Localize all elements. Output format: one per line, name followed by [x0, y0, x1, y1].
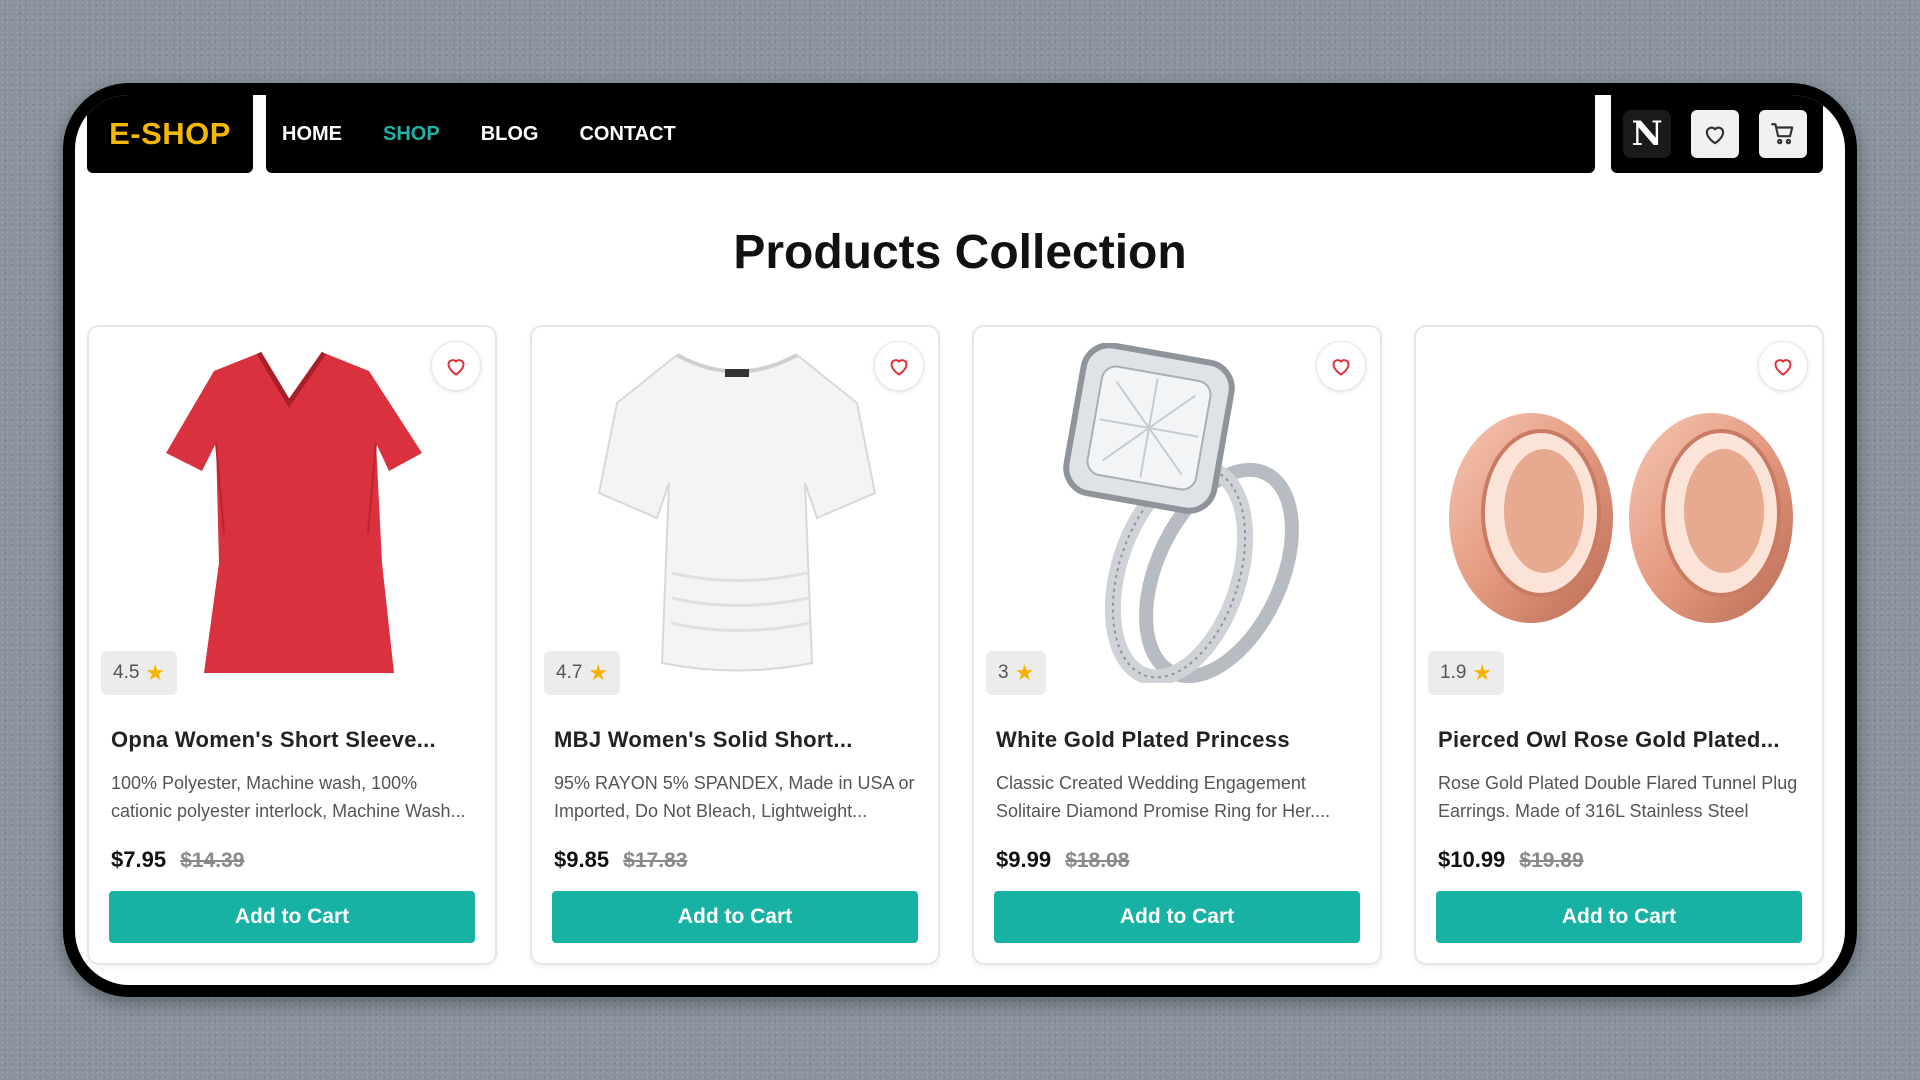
old-price: $14.39: [180, 849, 245, 872]
logo-box[interactable]: E-SHOP: [87, 95, 253, 173]
favorite-button[interactable]: [1758, 341, 1808, 391]
favorite-button[interactable]: [874, 341, 924, 391]
add-to-cart-button[interactable]: Add to Cart: [552, 891, 918, 943]
rating-value: 3: [998, 662, 1009, 683]
product-description: Rose Gold Plated Double Flared Tunnel Pl…: [1438, 773, 1798, 821]
old-price: $17.83: [623, 849, 688, 872]
cart-button[interactable]: [1759, 110, 1807, 158]
old-price: $19.89: [1519, 849, 1584, 872]
star-icon: ★: [145, 660, 166, 685]
page-title: Products Collection: [733, 226, 1187, 279]
product-title[interactable]: Opna Women's Short Sleeve...: [111, 727, 473, 753]
nav-contact[interactable]: CONTACT: [579, 123, 675, 146]
product-title[interactable]: Pierced Owl Rose Gold Plated...: [1438, 727, 1800, 753]
product-card: 1.9 ★ Pierced Owl Rose Gold Plated... Ro…: [1414, 325, 1824, 965]
rating-value: 1.9: [1440, 662, 1467, 683]
nav-home[interactable]: HOME: [282, 123, 342, 146]
white-top-image: [597, 353, 877, 672]
heart-icon: [1332, 359, 1350, 376]
main-nav: HOME SHOP BLOG CONTACT: [266, 95, 1595, 173]
product-title[interactable]: MBJ Women's Solid Short...: [554, 727, 916, 753]
heart-icon: [1774, 359, 1792, 376]
red-tshirt-image: [166, 351, 422, 673]
star-icon: ★: [1472, 660, 1493, 685]
header-actions: N: [1611, 95, 1823, 173]
product-card: 4.5 ★ Opna Women's Short Sleeve... 100% …: [87, 325, 497, 965]
favorite-button[interactable]: [1316, 341, 1366, 391]
diamond-ring-image: [1063, 343, 1299, 683]
star-icon: ★: [1014, 660, 1035, 685]
product-image[interactable]: [552, 343, 922, 683]
product-card: 4.7 ★ MBJ Women's Solid Short... 95% RAY…: [530, 325, 940, 965]
price: $9.99: [996, 847, 1052, 872]
rose-gold-plugs-image: [1449, 413, 1793, 623]
old-price: $18.08: [1065, 849, 1130, 872]
favorite-button[interactable]: [431, 341, 481, 391]
product-description: 100% Polyester, Machine wash, 100% catio…: [111, 773, 466, 821]
heart-icon: [447, 359, 465, 376]
price-row: $9.99 $18.08: [996, 847, 1129, 873]
product-image[interactable]: [109, 343, 479, 683]
rating-value: 4.5: [113, 662, 140, 683]
nav-shop[interactable]: SHOP: [383, 123, 440, 146]
price-row: $9.85 $17.83: [554, 847, 687, 873]
add-to-cart-button[interactable]: Add to Cart: [109, 891, 475, 943]
product-description: Classic Created Wedding Engagement Solit…: [996, 773, 1331, 821]
product-title[interactable]: White Gold Plated Princess: [996, 727, 1358, 753]
star-icon: ★: [588, 660, 609, 685]
product-image[interactable]: [994, 343, 1364, 683]
nav-blog[interactable]: BLOG: [481, 123, 539, 146]
rating-badge: 4.7 ★: [544, 651, 621, 695]
profile-avatar[interactable]: N: [1623, 110, 1671, 158]
heart-icon: [1705, 126, 1725, 145]
wishlist-button[interactable]: [1691, 110, 1739, 158]
rating-value: 4.7: [556, 662, 583, 683]
logo[interactable]: E-SHOP: [109, 116, 231, 152]
rating-badge: 4.5 ★: [101, 651, 178, 695]
rating-badge: 3 ★: [986, 651, 1047, 695]
add-to-cart-button[interactable]: Add to Cart: [994, 891, 1360, 943]
screen: E-SHOP HOME SHOP BLOG CONTACT N Products…: [75, 95, 1845, 985]
rating-badge: 1.9 ★: [1428, 651, 1505, 695]
price: $7.95: [111, 847, 167, 872]
product-description: 95% RAYON 5% SPANDEX, Made in USA or Imp…: [554, 773, 915, 821]
device-frame: E-SHOP HOME SHOP BLOG CONTACT N Products…: [63, 83, 1857, 997]
product-card: 3 ★ White Gold Plated Princess Classic C…: [972, 325, 1382, 965]
heart-icon: [890, 359, 908, 376]
cart-icon: [1771, 123, 1794, 145]
price-row: $10.99 $19.89: [1438, 847, 1584, 873]
product-image[interactable]: [1436, 343, 1806, 683]
add-to-cart-button[interactable]: Add to Cart: [1436, 891, 1802, 943]
price: $10.99: [1438, 847, 1506, 872]
price: $9.85: [554, 847, 610, 872]
price-row: $7.95 $14.39: [111, 847, 244, 873]
